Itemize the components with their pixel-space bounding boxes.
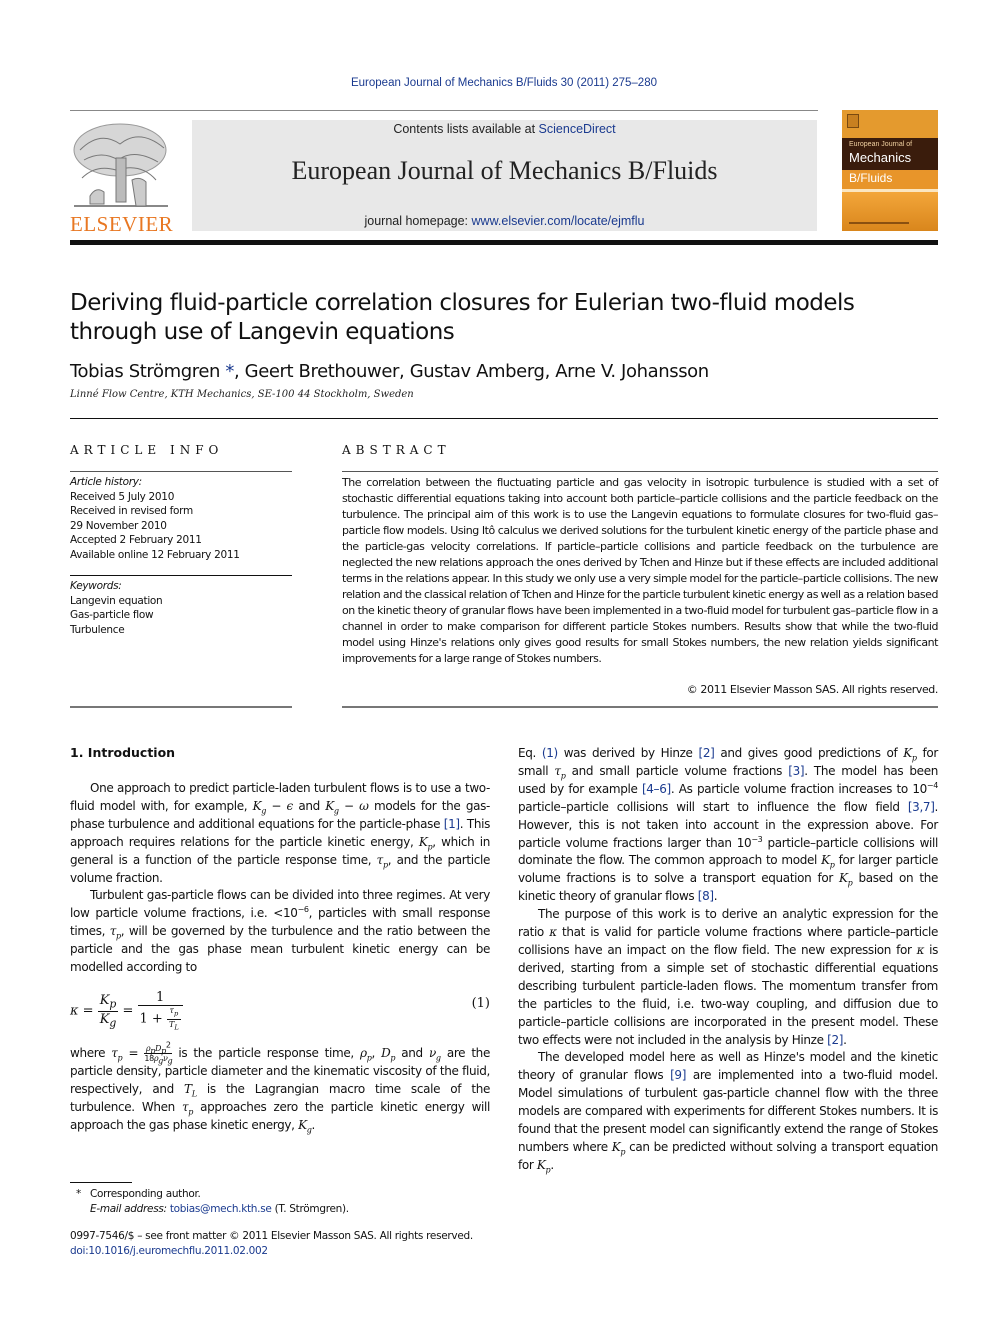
abstract-text: The correlation between the fluctuating … bbox=[342, 476, 938, 665]
keywords-label: Keywords: bbox=[70, 580, 122, 592]
history-entry: Received 5 July 2010 bbox=[70, 490, 175, 503]
email-link[interactable]: tobias@mech.kth.se bbox=[170, 1203, 272, 1215]
intro-right-text: Eq. (1) was derived by Hinze [2] and giv… bbox=[518, 745, 938, 1175]
issn-line: 0997-7546/$ – see front matter © 2011 El… bbox=[70, 1230, 473, 1242]
paragraph: One approach to predict particle-laden t… bbox=[70, 781, 490, 885]
author-name: Gustav Amberg bbox=[409, 361, 545, 382]
cover-subtitle: B/Fluids bbox=[849, 171, 893, 185]
corresponding-author-mark[interactable]: * bbox=[225, 361, 234, 382]
title-divider bbox=[70, 418, 938, 419]
affiliation: Linné Flow Centre, KTH Mechanics, SE-100… bbox=[70, 389, 414, 400]
article-info-divider bbox=[70, 471, 292, 472]
history-entry: Received in revised form bbox=[70, 505, 193, 517]
paragraph: Turbulent gas-particle flows can be divi… bbox=[70, 888, 490, 975]
equation-link[interactable]: (1) bbox=[542, 746, 558, 760]
history-entry: Accepted 2 February 2011 bbox=[70, 534, 202, 546]
publisher-name: ELSEVIER bbox=[70, 212, 174, 236]
author-name: Tobias Strömgren bbox=[70, 361, 221, 382]
history-entry: 29 November 2010 bbox=[70, 519, 167, 532]
abstract-bottom-divider bbox=[342, 706, 938, 708]
cover-fine-print bbox=[849, 222, 909, 224]
front-matter: 0997-7546/$ – see front matter © 2011 El… bbox=[70, 1229, 473, 1259]
footnote-divider bbox=[70, 1182, 132, 1183]
author-name: Arne V. Johansson bbox=[555, 361, 709, 382]
author-list: Tobias Strömgren *, Geert Brethouwer, Gu… bbox=[70, 361, 709, 382]
intro-left-text-continued: where τp = ρpDp2 18ρgνg is the particle r… bbox=[70, 1040, 490, 1135]
article-info-heading: ARTICLE INFO bbox=[70, 443, 224, 457]
keywords-divider bbox=[70, 575, 292, 576]
cover-small-title: European Journal of bbox=[849, 141, 913, 148]
citation-link[interactable]: [2] bbox=[827, 1033, 843, 1047]
email-suffix: (T. Strömgren). bbox=[271, 1203, 350, 1215]
top-divider bbox=[70, 110, 818, 111]
citation-link[interactable]: [1] bbox=[444, 817, 460, 831]
abstract-copyright: © 2011 Elsevier Masson SAS. All rights r… bbox=[686, 683, 939, 696]
citation-link[interactable]: [8] bbox=[698, 889, 714, 903]
doi-link[interactable]: doi:10.1016/j.euromechflu.2011.02.002 bbox=[70, 1244, 473, 1259]
homepage-line: journal homepage: www.elsevier.com/locat… bbox=[192, 214, 817, 228]
citation-link[interactable]: [9] bbox=[670, 1068, 686, 1082]
cover-main-title: Mechanics bbox=[849, 150, 912, 165]
email-label: E-mail address: bbox=[90, 1203, 167, 1215]
homepage-link[interactable]: www.elsevier.com/locate/ejmflu bbox=[472, 214, 645, 228]
citation-link[interactable]: [2] bbox=[698, 746, 714, 760]
keyword: Turbulence bbox=[70, 623, 125, 636]
keyword: Langevin equation bbox=[70, 594, 163, 607]
citation-link[interactable]: [3,7] bbox=[908, 800, 935, 814]
paragraph: The developed model here as well as Hinz… bbox=[518, 1050, 938, 1175]
header-thick-divider bbox=[70, 240, 938, 245]
contents-prefix: Contents lists available at bbox=[393, 122, 539, 136]
journal-cover[interactable]: European Journal of Mechanics B/Fluids bbox=[842, 110, 938, 231]
homepage-prefix: journal homepage: bbox=[364, 214, 472, 228]
article-title: Deriving fluid-particle correlation clos… bbox=[70, 290, 855, 345]
journal-banner: Contents lists available at ScienceDirec… bbox=[192, 120, 817, 231]
footnote: * Corresponding author. E-mail address: t… bbox=[76, 1187, 349, 1217]
corresponding-author-note: Corresponding author. bbox=[90, 1188, 201, 1200]
abstract-divider bbox=[342, 471, 938, 472]
paragraph: Eq. (1) was derived by Hinze [2] and giv… bbox=[518, 746, 938, 904]
cover-bottom bbox=[842, 192, 938, 231]
section-heading-introduction: 1. Introduction bbox=[70, 745, 176, 760]
keywords: Keywords: Langevin equation Gas-particle… bbox=[70, 579, 292, 637]
history-label: Article history: bbox=[70, 476, 142, 488]
tree-icon bbox=[73, 123, 168, 207]
sciencedirect-link[interactable]: ScienceDirect bbox=[539, 122, 616, 136]
intro-left-text: One approach to predict particle-laden t… bbox=[70, 780, 490, 977]
author-name: Geert Brethouwer bbox=[244, 361, 400, 382]
keyword: Gas-particle flow bbox=[70, 609, 154, 621]
article-info-bottom-divider bbox=[70, 706, 292, 708]
cover-emblem-icon bbox=[847, 114, 859, 128]
citation-link[interactable]: [4–6] bbox=[642, 782, 671, 796]
paragraph: where τp = ρpDp2 18ρgνg is the particle r… bbox=[70, 1040, 490, 1135]
elsevier-logo[interactable]: ELSEVIER bbox=[70, 120, 173, 236]
equation-1: κ = Kp Kg = 11 + τp TL (1) bbox=[70, 990, 490, 1032]
footnote-mark: * bbox=[76, 1188, 81, 1200]
history-entry: Available online 12 February 2011 bbox=[70, 548, 240, 561]
paragraph: The purpose of this work is to derive an… bbox=[518, 907, 939, 1047]
journal-title: European Journal of Mechanics B/Fluids bbox=[291, 156, 718, 185]
journal-reference[interactable]: European Journal of Mechanics B/Fluids 3… bbox=[0, 77, 992, 89]
equation-number: (1) bbox=[471, 996, 490, 1011]
citation-link[interactable]: [3] bbox=[788, 764, 804, 778]
article-history: Article history: Received 5 July 2010 Re… bbox=[70, 475, 292, 562]
contents-line: Contents lists available at ScienceDirec… bbox=[192, 122, 817, 136]
abstract-heading: ABSTRACT bbox=[342, 443, 451, 457]
